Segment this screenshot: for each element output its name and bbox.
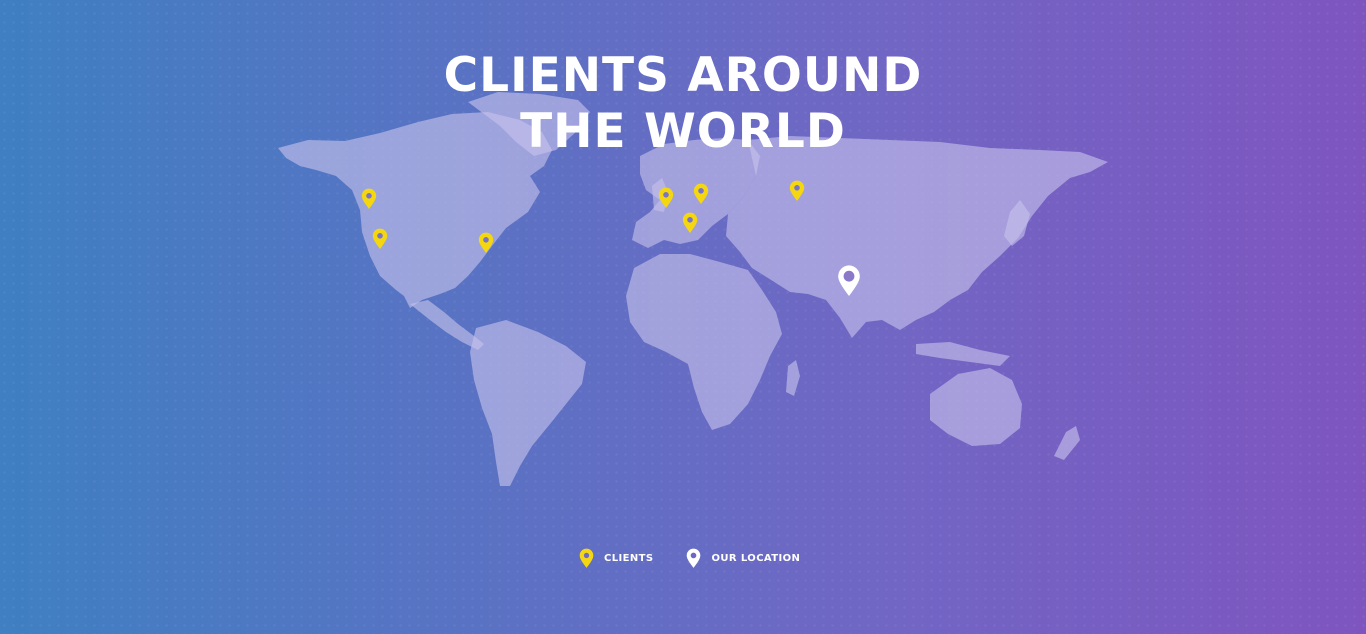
island-madagascar (786, 360, 800, 396)
client-pin-icon (579, 548, 594, 568)
continent-africa (626, 254, 782, 430)
legend-label-our-location: OUR LOCATION (711, 552, 801, 564)
legend-item-our-location: OUR LOCATION (685, 547, 800, 569)
continent-south-america (470, 320, 586, 486)
legend-item-clients: CLIENTS (578, 547, 653, 569)
location-pin-icon (687, 548, 701, 568)
map-legend: CLIENTS OUR LOCATION (578, 546, 800, 570)
page-title: CLIENTS AROUND THE WORLD (333, 48, 1033, 160)
title-line-2: THE WORLD (520, 104, 846, 159)
title-line-1: CLIENTS AROUND (443, 48, 923, 103)
continent-australia (930, 368, 1022, 446)
islands-southeast-asia (916, 342, 1010, 366)
island-new-zealand (1054, 426, 1080, 460)
legend-label-clients: CLIENTS (604, 552, 654, 564)
continent-asia (726, 136, 1108, 338)
